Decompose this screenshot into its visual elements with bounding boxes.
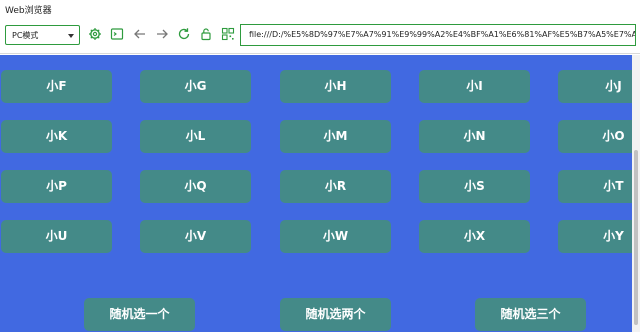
mode-select[interactable]: PC模式 — [5, 25, 80, 45]
name-button[interactable]: 小J — [558, 70, 632, 103]
settings-gear-icon[interactable] — [88, 27, 102, 41]
name-button[interactable]: 小N — [419, 120, 530, 153]
name-button[interactable]: 小Q — [140, 170, 251, 203]
name-button[interactable]: 小X — [419, 220, 530, 253]
vertical-scrollbar[interactable] — [632, 55, 640, 332]
name-button[interactable]: 小O — [558, 120, 632, 153]
name-button[interactable]: 小L — [140, 120, 251, 153]
browser-toolbar: PC模式 file:///D:/%E5%8D%97%E7%A7%91%E9%99… — [0, 18, 640, 54]
name-button[interactable]: 小V — [140, 220, 251, 253]
name-button[interactable]: 小I — [419, 70, 530, 103]
forward-arrow-icon[interactable] — [155, 27, 169, 41]
name-button[interactable]: 小U — [1, 220, 112, 253]
qr-code-icon[interactable] — [221, 27, 235, 41]
name-button[interactable]: 小R — [280, 170, 391, 203]
back-arrow-icon[interactable] — [133, 27, 147, 41]
name-button[interactable]: 小H — [280, 70, 391, 103]
name-button[interactable]: 小W — [280, 220, 391, 253]
chevron-down-icon — [68, 34, 74, 38]
address-bar[interactable]: file:///D:/%E5%8D%97%E7%A7%91%E9%99%A2%E… — [240, 24, 636, 46]
random-pick-one-button[interactable]: 随机选一个 — [84, 298, 195, 331]
mode-select-value: PC模式 — [12, 31, 39, 40]
refresh-icon[interactable] — [177, 27, 191, 41]
name-button[interactable]: 小Y — [558, 220, 632, 253]
name-button[interactable]: 小M — [280, 120, 391, 153]
name-button[interactable]: 小K — [1, 120, 112, 153]
terminal-icon[interactable] — [110, 27, 124, 41]
random-pick-two-button[interactable]: 随机选两个 — [280, 298, 391, 331]
random-pick-three-button[interactable]: 随机选三个 — [475, 298, 586, 331]
name-button[interactable]: 小F — [1, 70, 112, 103]
lock-icon[interactable] — [199, 27, 213, 41]
page-viewport: 小F 小G 小H 小I 小J 小K 小L 小M 小N 小O 小P 小Q 小R 小… — [0, 55, 632, 332]
name-button[interactable]: 小S — [419, 170, 530, 203]
address-bar-url: file:///D:/%E5%8D%97%E7%A7%91%E9%99%A2%E… — [249, 30, 635, 39]
name-button[interactable]: 小T — [558, 170, 632, 203]
title-bar: Web浏览器 — [0, 0, 640, 18]
name-button[interactable]: 小G — [140, 70, 251, 103]
scrollbar-thumb[interactable] — [634, 150, 638, 325]
window-title: Web浏览器 — [5, 6, 52, 16]
name-button[interactable]: 小P — [1, 170, 112, 203]
